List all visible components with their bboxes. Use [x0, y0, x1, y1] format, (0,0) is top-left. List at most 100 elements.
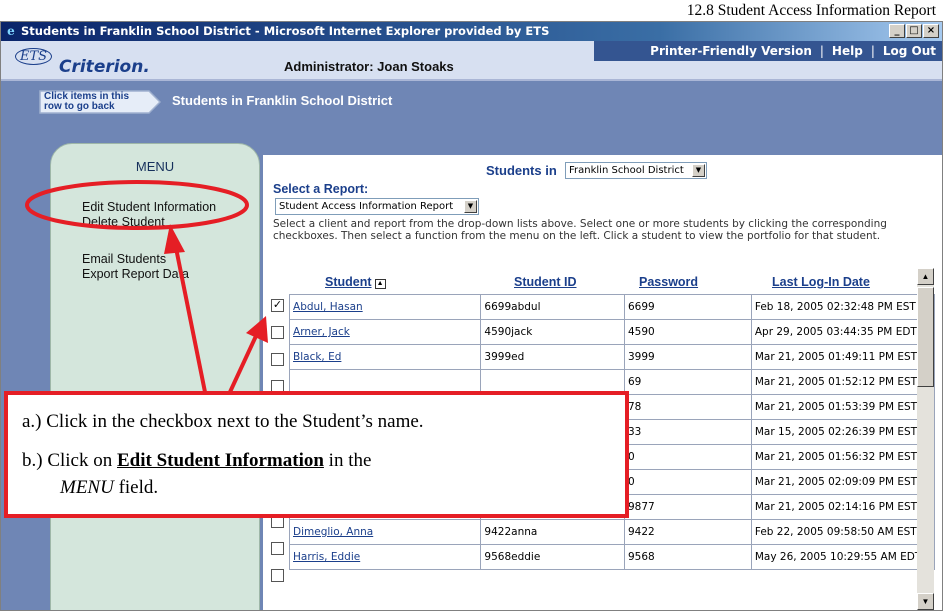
password-cell: 69: [623, 369, 752, 395]
student-id-cell: 9422anna: [480, 519, 625, 545]
last-log-in-date-cell: Mar 21, 2005 01:56:32 PM EST: [750, 444, 936, 470]
table-row: Abdul, Hasan 6699abdul 6699 Feb 18, 2005 02…: [289, 294, 936, 320]
column-header-student-id[interactable]: Student ID: [514, 275, 577, 289]
administrator-label: Administrator: Joan Stoaks: [284, 59, 454, 74]
instructions-text: Select a client and report from the drop…: [273, 218, 887, 242]
link-separator: |: [870, 44, 875, 58]
breadcrumb-row: Click items in this row to go back Stude…: [1, 83, 942, 125]
breadcrumb-back-text: Click items in this row to go back: [44, 92, 129, 112]
student-checkbox[interactable]: [271, 353, 284, 366]
student-name-link[interactable]: Dimeglio, Anna: [289, 519, 482, 545]
scroll-up-arrow-icon[interactable]: ▲: [917, 268, 934, 285]
student-id-cell: 4590jack: [480, 319, 625, 345]
menu-item-export-report-data[interactable]: Export Report Data: [82, 267, 189, 281]
password-cell: 9568: [623, 544, 752, 570]
criterion-logo: Criterion.: [59, 57, 150, 77]
select-report-label: Select a Report:: [273, 182, 369, 196]
window-controls: _ □ ×: [889, 24, 939, 38]
column-header-last-log-in-date[interactable]: Last Log-In Date: [772, 275, 870, 289]
breadcrumb-back-line2: row to go back: [44, 101, 115, 112]
password-cell: 78: [623, 394, 752, 420]
table-row: Black, Ed 3999ed 3999 Mar 21, 2005 01:49:11…: [289, 344, 936, 370]
breadcrumb-title: Students in Franklin School District: [172, 93, 393, 108]
password-cell: 3999: [623, 344, 752, 370]
district-select-value: Franklin School District: [569, 165, 684, 176]
password-cell: 9422: [623, 519, 752, 545]
last-log-in-date-cell: Mar 21, 2005 01:49:11 PM EST: [750, 344, 936, 370]
callout-step-b-end: field.: [113, 477, 159, 498]
last-log-in-date-cell: Mar 21, 2005 01:52:12 PM EST: [750, 369, 936, 395]
menu-panel: MENU Edit Student Information Delete Stu…: [50, 143, 260, 610]
scroll-thumb[interactable]: [917, 287, 934, 387]
last-log-in-date-cell: Mar 15, 2005 02:26:39 PM EST: [750, 419, 936, 445]
last-log-in-date-cell: Feb 18, 2005 02:32:48 PM EST: [750, 294, 936, 320]
close-button[interactable]: ×: [923, 24, 939, 38]
window-title: Students in Franklin School District - M…: [21, 24, 550, 38]
document-caption: 12.8 Student Access Information Report: [686, 2, 936, 19]
column-header-password[interactable]: Password: [639, 275, 698, 289]
password-cell: 6699: [623, 294, 752, 320]
password-cell: 0: [623, 469, 752, 495]
printer-friendly-link[interactable]: Printer-Friendly Version: [650, 44, 812, 58]
report-select-value: Student Access Information Report: [279, 201, 454, 212]
column-header-student[interactable]: Student ▲: [325, 275, 386, 289]
student-name-link[interactable]: Black, Ed: [289, 344, 482, 370]
instruction-callout: a.) Click in the checkbox next to the St…: [4, 391, 629, 518]
last-log-in-date-cell: Mar 21, 2005 02:14:16 PM EST: [750, 494, 936, 520]
callout-step-b-prefix: b.) Click on: [22, 450, 117, 471]
last-log-in-date-cell: May 26, 2005 10:29:55 AM EDT: [750, 544, 936, 570]
report-select[interactable]: Student Access Information Report ▼: [275, 198, 479, 215]
password-cell: 33: [623, 419, 752, 445]
internet-explorer-icon: e: [7, 24, 15, 38]
last-log-in-date-cell: Feb 22, 2005 09:58:50 AM EST: [750, 519, 936, 545]
content-area: MENU Edit Student Information Delete Stu…: [1, 125, 942, 610]
ets-logo: ETS: [15, 48, 53, 65]
callout-step-b-emphasis: Edit Student Information: [117, 450, 324, 471]
password-cell: 4590: [623, 319, 752, 345]
students-in-label: Students in: [486, 163, 557, 178]
student-checkbox[interactable]: [271, 569, 284, 582]
callout-step-b-suffix: in the: [323, 450, 372, 471]
callout-menu-word: MENU: [60, 477, 114, 498]
link-separator: |: [819, 44, 824, 58]
student-id-cell: 6699abdul: [480, 294, 625, 320]
last-log-in-date-cell: Mar 21, 2005 01:53:39 PM EST: [750, 394, 936, 420]
table-row: Harris, Eddie 9568eddie 9568 May 26, 2005 1…: [289, 544, 936, 570]
student-name-link[interactable]: Harris, Eddie: [289, 544, 482, 570]
student-checkbox[interactable]: ✓: [271, 299, 284, 312]
menu-title: MENU: [135, 159, 175, 174]
app-header: ETS Criterion. Administrator: Joan Stoak…: [1, 41, 942, 81]
callout-step-b-continued: MENU field.: [60, 477, 158, 499]
dropdown-arrow-icon[interactable]: ▼: [464, 200, 477, 213]
last-log-in-date-cell: Apr 29, 2005 03:44:35 PM EDT: [750, 319, 936, 345]
password-cell: 9877: [623, 494, 752, 520]
browser-window: e Students in Franklin School District -…: [0, 21, 943, 611]
minimize-button[interactable]: _: [889, 24, 905, 38]
log-out-link[interactable]: Log Out: [883, 44, 936, 58]
table-row: Arner, Jack 4590jack 4590 Apr 29, 2005 03:4…: [289, 319, 936, 345]
top-links: Printer-Friendly Version | Help | Log Out: [594, 41, 942, 61]
maximize-button[interactable]: □: [906, 24, 922, 38]
password-cell: 0: [623, 444, 752, 470]
menu-item-edit-student-information[interactable]: Edit Student Information: [82, 200, 216, 214]
student-checkbox[interactable]: [271, 542, 284, 555]
student-name-link[interactable]: Abdul, Hasan: [289, 294, 482, 320]
student-id-cell: 3999ed: [480, 344, 625, 370]
student-id-cell: 9568eddie: [480, 544, 625, 570]
district-select[interactable]: Franklin School District ▼: [565, 162, 707, 179]
table-row: Dimeglio, Anna 9422anna 9422 Feb 22, 2005 0…: [289, 519, 936, 545]
vertical-scrollbar[interactable]: ▲ ▼: [917, 268, 934, 610]
breadcrumb-back-tab[interactable]: Click items in this row to go back: [39, 90, 161, 114]
help-link[interactable]: Help: [832, 44, 863, 58]
title-bar: e Students in Franklin School District -…: [1, 22, 942, 41]
menu-item-delete-student[interactable]: Delete Student: [82, 215, 165, 229]
student-name-link[interactable]: Arner, Jack: [289, 319, 482, 345]
main-panel: Students in Franklin School District ▼ S…: [263, 155, 942, 610]
last-log-in-date-cell: Mar 21, 2005 02:09:09 PM EST: [750, 469, 936, 495]
menu-item-email-students[interactable]: Email Students: [82, 252, 166, 266]
dropdown-arrow-icon[interactable]: ▼: [692, 164, 705, 177]
scroll-down-arrow-icon[interactable]: ▼: [917, 593, 934, 610]
callout-step-b: b.) Click on Edit Student Information in…: [22, 450, 371, 472]
student-checkbox[interactable]: [271, 326, 284, 339]
sort-ascending-icon[interactable]: ▲: [374, 279, 386, 289]
